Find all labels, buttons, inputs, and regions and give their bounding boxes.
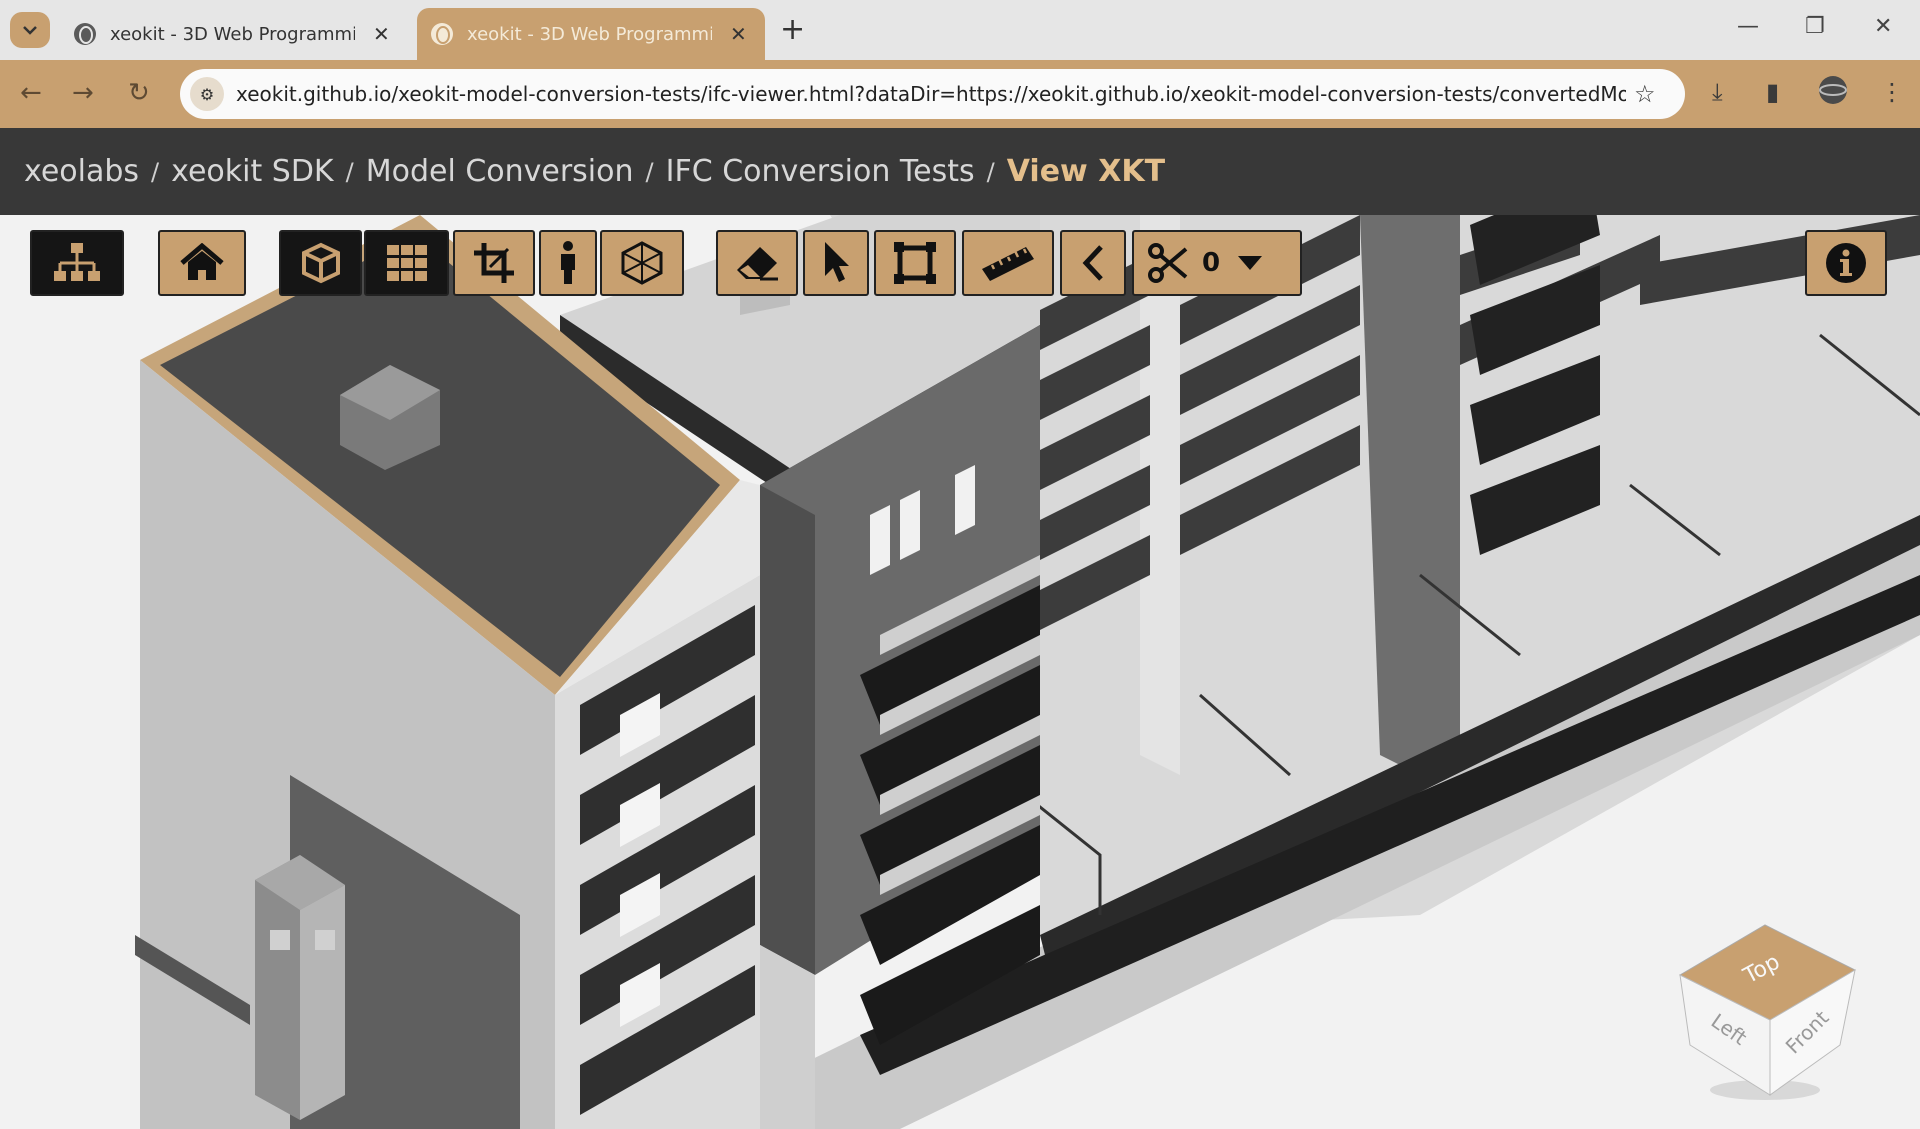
person-icon: [561, 241, 575, 284]
more-menu-icon[interactable]: ⋮: [1880, 78, 1904, 106]
measure-distance-button[interactable]: [962, 230, 1054, 296]
browser-tab[interactable]: xeokit - 3D Web Programming ✕: [60, 8, 405, 60]
url-text[interactable]: xeokit.github.io/xeokit-model-conversion…: [236, 82, 1626, 106]
close-window-icon[interactable]: ✕: [1874, 14, 1892, 39]
breadcrumb-link[interactable]: Model Conversion: [366, 154, 634, 189]
marquee-select-button[interactable]: [874, 230, 956, 296]
angle-icon: [1082, 245, 1103, 281]
profile-avatar[interactable]: [1818, 75, 1848, 111]
reset-view-button[interactable]: [158, 230, 246, 296]
x-ray-button[interactable]: [600, 230, 684, 296]
fit-view-button[interactable]: [453, 230, 535, 296]
address-bar[interactable]: ⚙ xeokit.github.io/xeokit-model-conversi…: [180, 69, 1685, 119]
marquee-icon: [894, 242, 936, 284]
ruler-icon: [982, 247, 1034, 281]
select-tool-button[interactable]: [803, 230, 869, 296]
minimize-icon[interactable]: —: [1737, 14, 1759, 39]
sitemap-icon: [54, 243, 100, 281]
navigation-cube[interactable]: Top Left Front: [1670, 905, 1860, 1109]
cube-icon: [301, 242, 340, 284]
crop-icon: [474, 243, 514, 283]
breadcrumb-current: View XKT: [1006, 154, 1166, 189]
ortho-mode-button[interactable]: [364, 230, 449, 296]
section-count: 0: [1202, 248, 1221, 278]
3d-mode-button[interactable]: [279, 230, 362, 296]
caret-down-icon[interactable]: [1238, 256, 1263, 270]
xray-cube-icon: [621, 241, 663, 285]
breadcrumb: xeolabs / xeokit SDK / Model Conversion …: [0, 128, 1920, 215]
breadcrumb-link[interactable]: xeokit SDK: [171, 154, 333, 189]
measure-angle-button[interactable]: [1060, 230, 1126, 296]
breadcrumb-separator: /: [151, 157, 160, 186]
breadcrumb-separator: /: [645, 157, 654, 186]
chevron-down-icon: [23, 26, 37, 35]
grid-icon: [386, 245, 427, 281]
eraser-icon: [737, 247, 778, 281]
tab-title: xeokit - 3D Web Programming T: [467, 23, 712, 45]
3d-viewer-canvas[interactable]: 0 Top Left Front: [0, 215, 1920, 1129]
download-icon[interactable]: ⤓: [1712, 78, 1723, 106]
browser-toolbar: ← → ↻ ⚙ xeokit.github.io/xeokit-model-co…: [0, 60, 1920, 128]
browser-tab-active[interactable]: xeokit - 3D Web Programming T ✕: [417, 8, 765, 60]
breadcrumb-link[interactable]: IFC Conversion Tests: [666, 154, 975, 189]
close-tab-icon[interactable]: ✕: [730, 22, 747, 46]
tab-search-button[interactable]: [10, 12, 50, 48]
close-tab-icon[interactable]: ✕: [373, 22, 390, 46]
tree-view-button[interactable]: [30, 230, 124, 296]
globe-icon: [431, 23, 453, 45]
site-settings-icon[interactable]: ⚙: [190, 77, 224, 111]
reload-icon[interactable]: ↻: [128, 78, 150, 108]
breadcrumb-separator: /: [345, 157, 354, 186]
browser-tab-strip: xeokit - 3D Web Programming ✕ xeokit - 3…: [0, 0, 1920, 60]
forward-arrow-icon[interactable]: →: [72, 78, 94, 108]
home-icon: [180, 243, 224, 280]
first-person-button[interactable]: [539, 230, 597, 296]
breadcrumb-link[interactable]: xeolabs: [24, 154, 139, 189]
properties-button[interactable]: [1805, 230, 1887, 296]
side-panel-icon[interactable]: ▮: [1766, 78, 1779, 106]
info-icon: [1826, 243, 1866, 283]
globe-icon: [74, 23, 96, 45]
breadcrumb-separator: /: [986, 157, 995, 186]
pointer-icon: [825, 242, 849, 282]
scissors-icon: [1148, 243, 1188, 283]
hide-tool-button[interactable]: [716, 230, 798, 296]
building-model-render[interactable]: [0, 215, 1920, 1129]
bookmark-star-icon[interactable]: ☆: [1634, 80, 1656, 108]
new-tab-button[interactable]: +: [780, 12, 805, 47]
restore-icon[interactable]: ❐: [1805, 14, 1825, 39]
tab-title: xeokit - 3D Web Programming: [110, 23, 355, 45]
back-arrow-icon[interactable]: ←: [20, 78, 42, 108]
section-tool-button[interactable]: 0: [1132, 230, 1302, 296]
